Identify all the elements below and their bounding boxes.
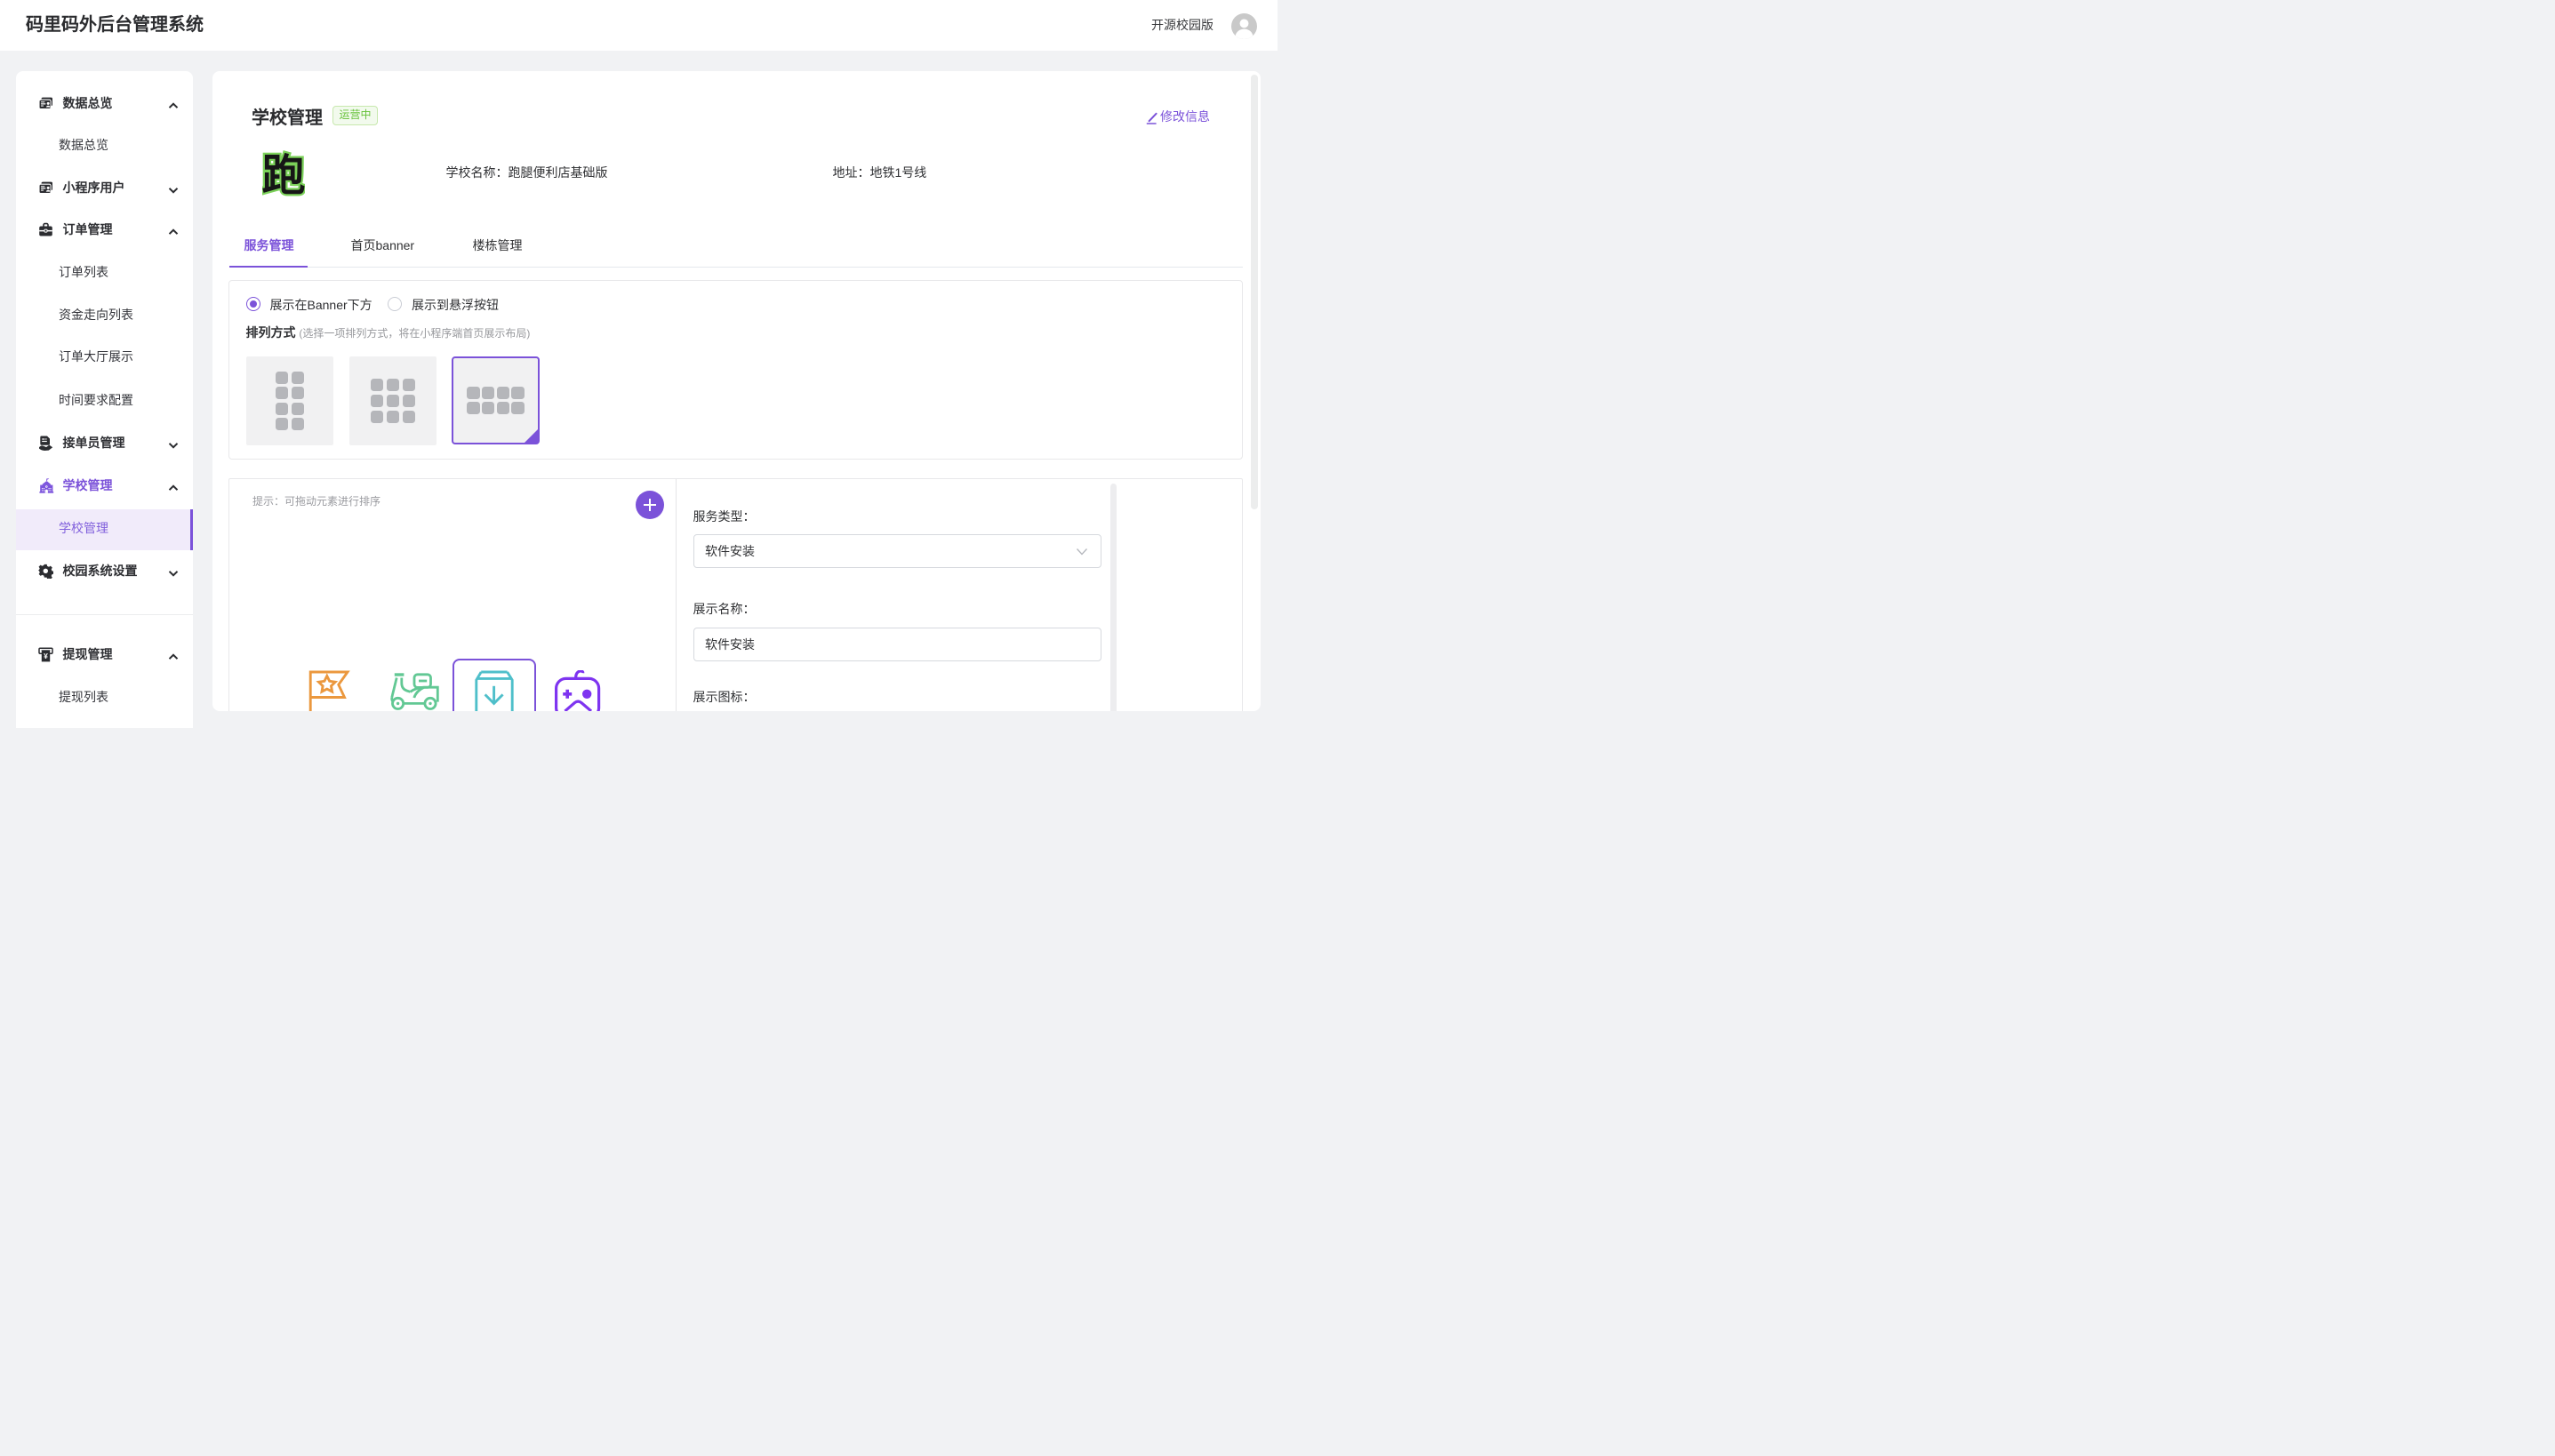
svg-text:跑: 跑: [262, 152, 305, 196]
svg-text:¥: ¥: [44, 652, 48, 660]
